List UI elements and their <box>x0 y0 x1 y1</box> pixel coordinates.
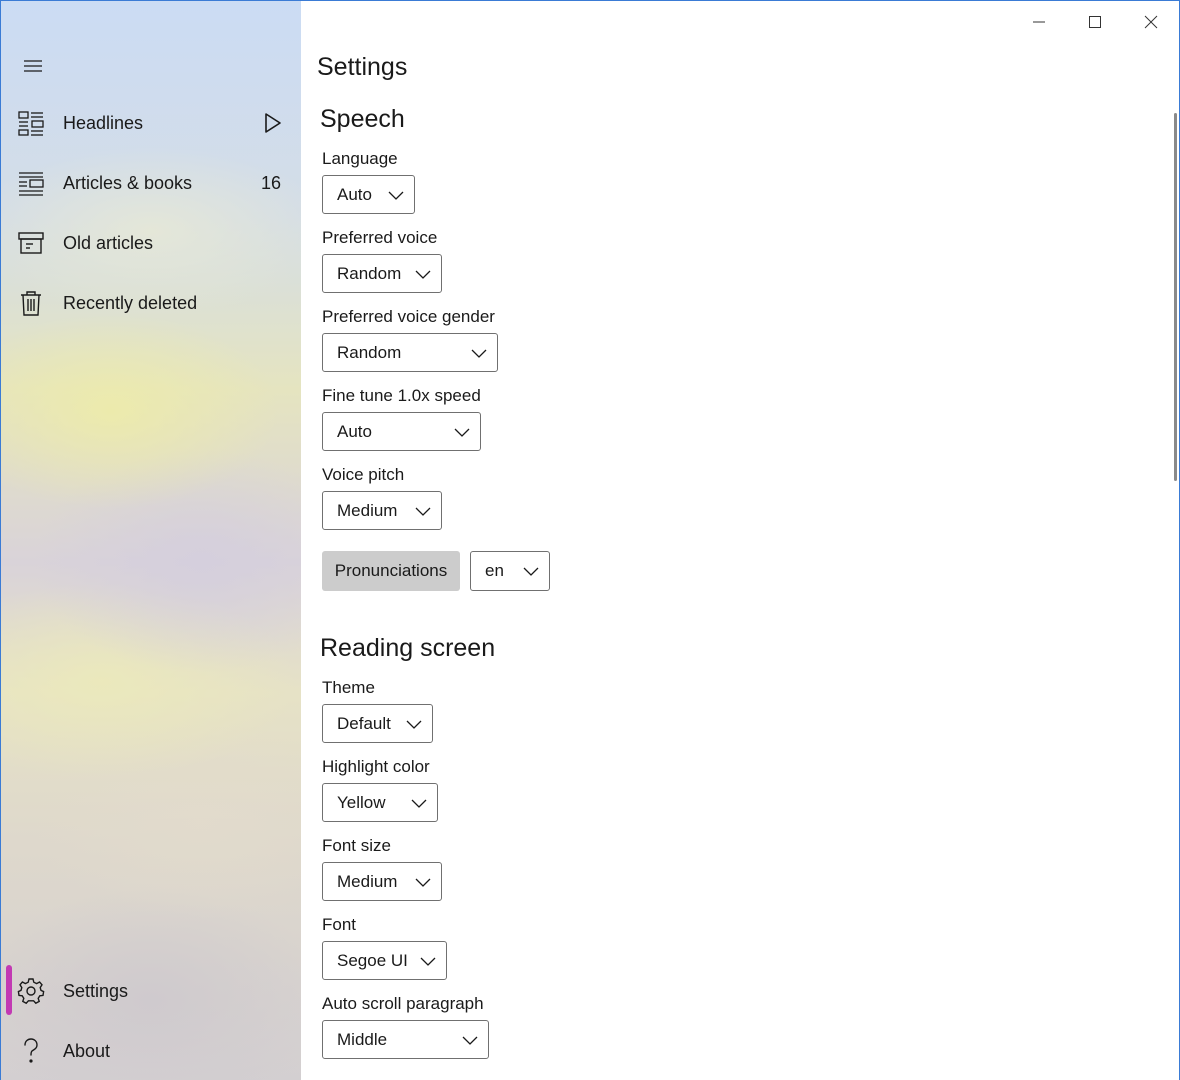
section-heading-speech: Speech <box>320 105 405 133</box>
language-dropdown[interactable]: Auto <box>322 175 415 214</box>
nav-label-articles-books: Articles & books <box>63 172 193 193</box>
voice-pitch-label: Voice pitch <box>322 465 405 484</box>
hamburger-menu-icon <box>24 60 42 72</box>
chevron-down-icon <box>406 720 422 729</box>
font-size-dropdown[interactable]: Medium <box>322 862 442 901</box>
question-mark-icon <box>17 1037 45 1065</box>
theme-value: Default <box>337 714 391 733</box>
play-icon[interactable] <box>263 111 283 135</box>
highlight-color-value: Yellow <box>337 793 386 812</box>
nav-label-settings: Settings <box>63 980 129 1001</box>
pronunciations-language-value: en <box>485 561 504 580</box>
nav-label-headlines: Headlines <box>63 112 144 133</box>
fine-tune-speed-label: Fine tune 1.0x speed <box>322 386 481 405</box>
highlight-color-dropdown[interactable]: Yellow <box>322 783 438 822</box>
auto-scroll-paragraph-label: Auto scroll paragraph <box>322 994 484 1013</box>
nav-label-old-articles: Old articles <box>63 232 154 253</box>
nav-label-recently-deleted: Recently deleted <box>63 292 198 313</box>
language-value: Auto <box>337 185 372 204</box>
chevron-down-icon <box>415 270 431 279</box>
fine-tune-speed-dropdown[interactable]: Auto <box>322 412 481 451</box>
nav-item-headlines[interactable]: Headlines <box>1 95 301 151</box>
articles-count-badge: 16 <box>260 172 281 193</box>
gear-icon <box>17 977 45 1005</box>
preferred-voice-gender-label: Preferred voice gender <box>322 307 495 326</box>
nav-item-old-articles[interactable]: Old articles <box>1 215 301 271</box>
chevron-down-icon <box>462 1036 478 1045</box>
chevron-down-icon <box>411 799 427 808</box>
preferred-voice-label: Preferred voice <box>322 228 438 247</box>
chevron-down-icon <box>523 567 539 576</box>
hamburger-menu-button[interactable] <box>13 49 53 83</box>
font-label: Font <box>322 915 357 934</box>
theme-label: Theme <box>322 678 375 697</box>
auto-scroll-paragraph-dropdown[interactable]: Middle <box>322 1020 489 1059</box>
chevron-down-icon <box>420 957 436 966</box>
preferred-voice-gender-dropdown[interactable]: Random <box>322 333 498 372</box>
nav-label-about: About <box>63 1040 111 1061</box>
pronunciations-button[interactable]: Pronunciations <box>322 551 460 591</box>
settings-content: Settings Speech Language Auto Preferred … <box>302 1 1179 1080</box>
navigation-pane: Headlines Articles & books 16 Old articl… <box>1 1 301 1080</box>
voice-pitch-value: Medium <box>337 501 398 520</box>
highlight-color-label: Highlight color <box>322 757 430 776</box>
nav-item-articles-books[interactable]: Articles & books 16 <box>1 155 301 211</box>
font-value: Segoe UI <box>337 951 408 970</box>
font-size-label: Font size <box>322 836 391 855</box>
preferred-voice-gender-value: Random <box>337 343 402 362</box>
chevron-down-icon <box>471 349 487 358</box>
vertical-scrollbar[interactable] <box>1174 113 1177 481</box>
preferred-voice-dropdown[interactable]: Random <box>322 254 442 293</box>
preferred-voice-value: Random <box>337 264 402 283</box>
pronunciations-language-dropdown[interactable]: en <box>470 551 550 591</box>
section-heading-reading-screen: Reading screen <box>320 634 496 662</box>
chevron-down-icon <box>454 428 470 437</box>
theme-dropdown[interactable]: Default <box>322 704 433 743</box>
app-window: Headlines Articles & books 16 Old articl… <box>0 0 1180 1080</box>
voice-pitch-dropdown[interactable]: Medium <box>322 491 442 530</box>
nav-item-about[interactable]: About <box>1 1023 301 1079</box>
page-title: Settings <box>317 53 408 81</box>
chevron-down-icon <box>415 878 431 887</box>
archive-box-icon <box>17 229 45 257</box>
chevron-down-icon <box>415 507 431 516</box>
font-size-value: Medium <box>337 872 398 891</box>
articles-list-icon <box>17 169 45 197</box>
chevron-down-icon <box>388 191 404 200</box>
nav-item-recently-deleted[interactable]: Recently deleted <box>1 275 301 331</box>
fine-tune-speed-value: Auto <box>337 422 372 441</box>
auto-scroll-paragraph-value: Middle <box>337 1030 388 1049</box>
trash-icon <box>17 289 45 317</box>
headlines-icon <box>17 109 45 137</box>
nav-item-settings[interactable]: Settings <box>1 963 301 1019</box>
font-dropdown[interactable]: Segoe UI <box>322 941 447 980</box>
language-label: Language <box>322 149 398 168</box>
